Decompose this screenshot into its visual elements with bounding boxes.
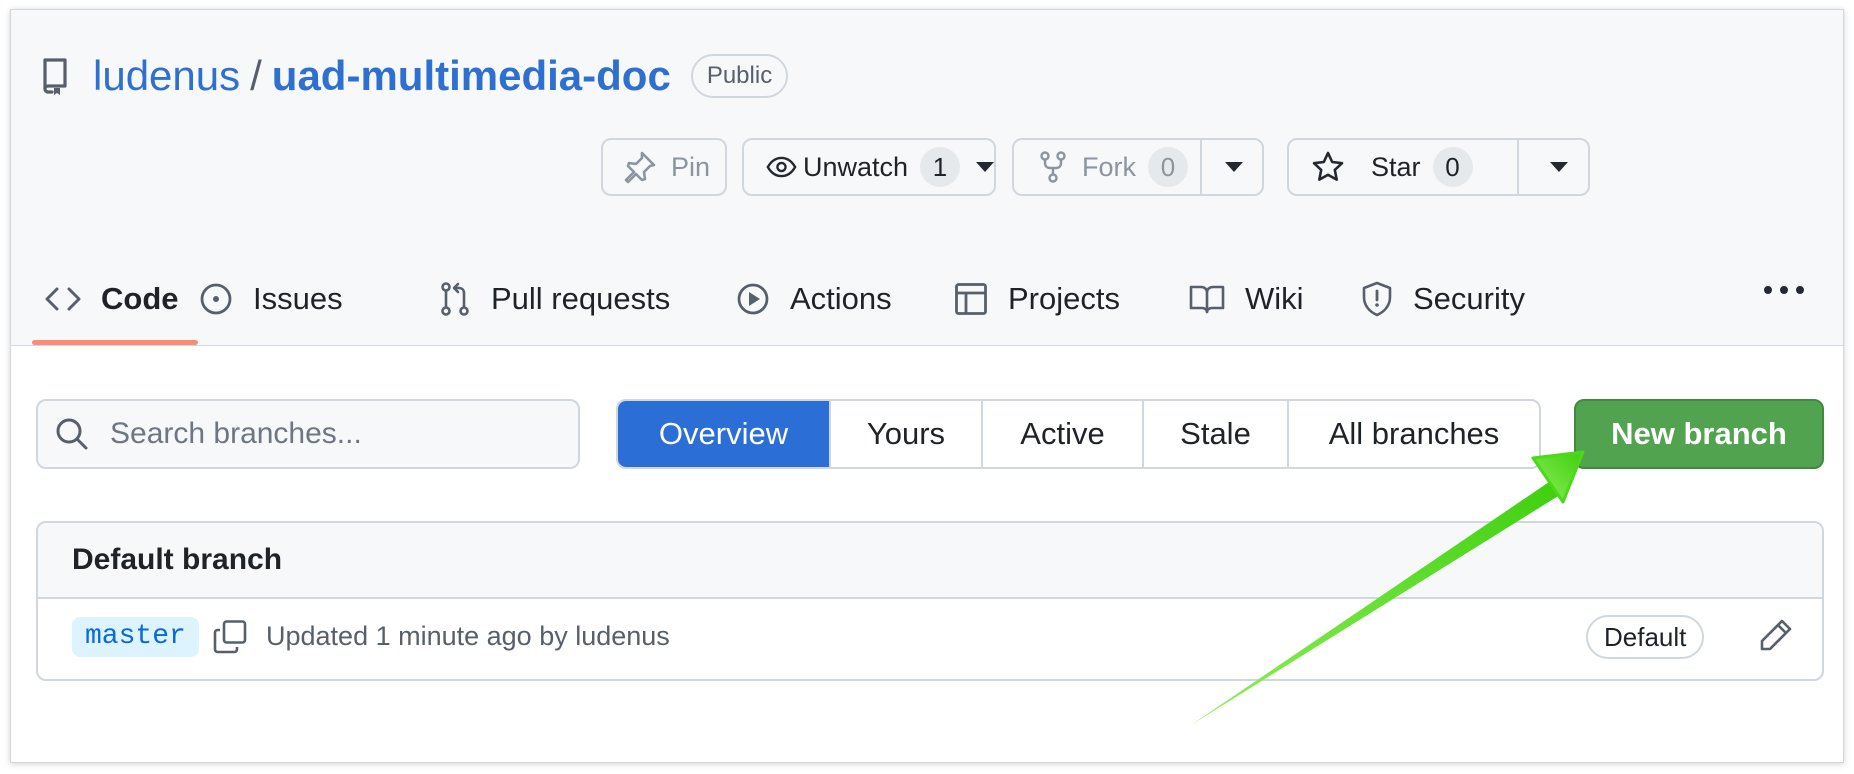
copy-icon[interactable] [212,619,248,655]
shield-icon [1362,281,1392,317]
search-icon [56,418,88,450]
visibility-badge: Public [690,54,789,98]
branch-updated-text: Updated 1 minute ago by ludenus [266,621,670,651]
search-branches-box[interactable] [36,399,580,469]
filter-overview[interactable]: Overview [618,401,829,467]
fork-button-group: Fork 0 [1012,138,1264,196]
filter-stale[interactable]: Stale [1142,401,1287,467]
star-icon [1312,151,1344,181]
filter-all-branches[interactable]: All branches [1287,401,1539,467]
tab-label: Security [1413,281,1525,316]
pin-label: Pin [671,151,711,182]
tab-label: Actions [790,281,892,316]
star-label[interactable]: Star [1371,152,1421,183]
branch-row: master Updated 1 minute ago by ludenus D… [38,599,1822,679]
tab-wiki[interactable]: Wiki [1189,268,1304,330]
pencil-icon[interactable] [1758,617,1794,653]
default-branch-heading: Default branch [38,523,1822,599]
fork-icon [1040,151,1066,183]
active-tab-underline [32,340,198,345]
fork-label[interactable]: Fork [1082,152,1136,183]
tab-label: Issues [253,281,343,316]
filter-active[interactable]: Active [981,401,1142,467]
repo-icon [43,58,67,95]
repo-title: ludenus / uad-multimedia-doc Public [39,46,789,106]
tab-actions[interactable]: Actions [736,268,892,330]
book-icon [1189,285,1225,314]
pull-request-icon [441,282,469,316]
chevron-down-icon [976,162,994,172]
play-icon [737,283,769,315]
fork-divider [1200,140,1202,194]
repo-separator: / [250,52,262,99]
tab-issues[interactable]: Issues [199,268,343,330]
repo-header: ludenus / uad-multimedia-doc Public Pin … [11,10,1843,346]
tab-label: Projects [1008,281,1120,316]
code-icon [45,287,81,311]
fork-count: 0 [1148,147,1188,187]
unwatch-button[interactable]: Unwatch 1 [742,138,996,196]
star-button-group: Star 0 [1287,138,1590,196]
branch-name-link[interactable]: master [72,617,199,657]
tab-label: Code [101,281,179,316]
filter-yours[interactable]: Yours [829,401,981,467]
default-badge: Default [1586,615,1705,659]
tab-security[interactable]: Security [1361,268,1525,330]
eye-icon [766,156,797,178]
watch-count: 1 [920,147,960,187]
default-branch-box: Default branch master Updated 1 minute a… [36,521,1824,681]
repo-owner-link[interactable]: ludenus [93,52,240,100]
table-icon [955,283,987,315]
repo-name-link[interactable]: uad-multimedia-doc [272,52,671,100]
unwatch-label: Unwatch [802,151,908,182]
star-dropdown-chevron-icon[interactable] [1550,162,1568,172]
star-divider [1517,140,1519,194]
fork-dropdown-chevron-icon[interactable] [1225,162,1243,172]
tab-label: Pull requests [491,281,671,316]
new-branch-button[interactable]: New branch [1574,399,1824,469]
browser-frame: ludenus / uad-multimedia-doc Public Pin … [10,9,1844,763]
issue-icon [200,283,232,315]
tab-code[interactable]: Code [45,268,179,330]
pin-button[interactable]: Pin [601,138,727,196]
tab-label: Wiki [1245,281,1304,316]
star-count: 0 [1432,147,1473,187]
tab-projects[interactable]: Projects [954,268,1120,330]
search-branches-input[interactable] [108,416,552,452]
tab-pull-requests[interactable]: Pull requests [439,268,670,330]
pin-icon [624,151,656,184]
more-options-icon[interactable] [1764,286,1804,298]
branch-filter-tabs: Overview Yours Active Stale All branches [616,399,1541,469]
